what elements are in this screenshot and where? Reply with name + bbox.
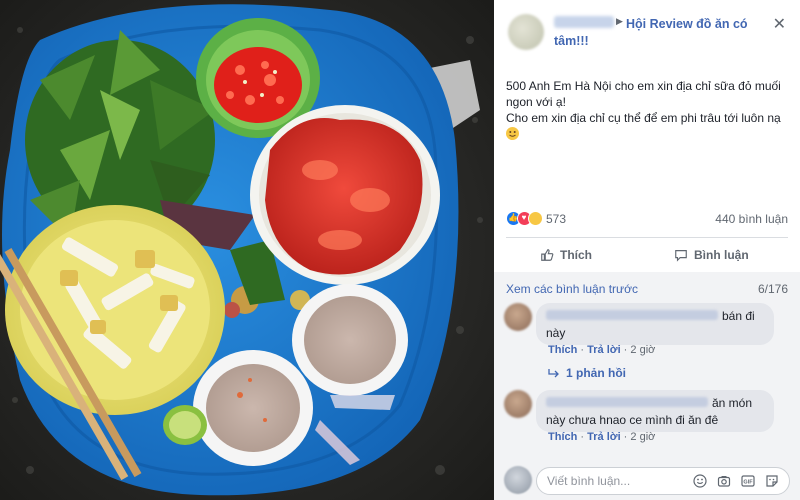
comment-text: ăn món bbox=[712, 396, 753, 410]
comment-label: Bình luận bbox=[694, 248, 749, 262]
replies-count: 1 phản hồi bbox=[566, 366, 626, 380]
view-replies-link[interactable]: 1 phản hồi bbox=[548, 366, 626, 380]
comment-time[interactable]: 2 giờ bbox=[630, 431, 655, 443]
comment-meta: Thích · Trả lời · 2 giờ bbox=[548, 344, 656, 356]
comment-like-link[interactable]: Thích bbox=[548, 431, 577, 443]
comment-text-line2: này chưa hnao ce mình đi ăn đê bbox=[546, 413, 719, 427]
comments-pagination: 6/176 bbox=[757, 282, 788, 296]
commenter-name-blurred[interactable] bbox=[546, 397, 708, 407]
commenter-name-blurred[interactable] bbox=[546, 310, 718, 320]
sticker-icon[interactable] bbox=[765, 474, 779, 488]
like-button[interactable]: Thích bbox=[540, 243, 592, 267]
close-icon[interactable]: ✕ bbox=[773, 14, 786, 34]
post-text-line: 500 Anh Em Hà Nội cho em xin địa chỉ sữa… bbox=[506, 79, 781, 109]
commenter-avatar[interactable] bbox=[504, 303, 532, 331]
haha-reaction-icon[interactable] bbox=[528, 211, 543, 226]
post-viewer: ▶ Hội Review đồ ăn có tâm!!! ✕ 500 Anh E… bbox=[0, 0, 800, 500]
post-panel: ▶ Hội Review đồ ăn có tâm!!! ✕ 500 Anh E… bbox=[494, 0, 800, 500]
divider bbox=[506, 237, 788, 238]
comment-reply-link[interactable]: Trả lời bbox=[587, 431, 621, 443]
commenter-avatar[interactable] bbox=[504, 390, 532, 418]
like-icon bbox=[541, 249, 554, 261]
author-avatar[interactable] bbox=[508, 14, 544, 50]
comment-composer: GIF bbox=[494, 460, 800, 500]
comment-time[interactable]: 2 giờ bbox=[630, 344, 655, 356]
comment-count[interactable]: 440 bình luận bbox=[715, 212, 788, 226]
gif-icon[interactable]: GIF bbox=[741, 474, 755, 488]
like-label: Thích bbox=[560, 248, 592, 262]
comment-text: bán đi bbox=[722, 309, 755, 323]
comment-reply-link[interactable]: Trả lời bbox=[587, 344, 621, 356]
comment-text-line2: này bbox=[546, 326, 566, 340]
comment-bubble: bán đi này bbox=[536, 303, 774, 345]
view-previous-comments-link[interactable]: Xem các bình luận trước bbox=[506, 282, 638, 296]
comment-input[interactable] bbox=[547, 473, 687, 489]
comment-like-link[interactable]: Thích bbox=[548, 344, 577, 356]
emoji-icon[interactable] bbox=[693, 474, 707, 488]
comment-icon bbox=[675, 250, 687, 262]
comment-input-box[interactable]: GIF bbox=[536, 467, 790, 495]
post-text-line-2: Cho em xin địa chỉ cụ thể để em phi trâu… bbox=[506, 110, 786, 142]
post-actions: Thích Bình luận bbox=[506, 243, 788, 267]
post-photo[interactable] bbox=[0, 0, 494, 500]
group-name-link[interactable]: Hội Review đồ ăn có tâm!!! bbox=[554, 16, 759, 50]
current-user-avatar bbox=[504, 466, 532, 494]
food-photo-illustration bbox=[0, 0, 494, 500]
comment-bubble: ăn món này chưa hnao ce mình đi ăn đê bbox=[536, 390, 774, 432]
svg-text:GIF: GIF bbox=[743, 480, 753, 486]
camera-icon[interactable] bbox=[717, 474, 731, 488]
post-header: ▶ Hội Review đồ ăn có tâm!!! ✕ bbox=[502, 12, 792, 52]
smile-emoji-icon bbox=[506, 127, 519, 140]
reply-arrow-icon bbox=[548, 369, 559, 378]
post-text: 500 Anh Em Hà Nội cho em xin địa chỉ sữa… bbox=[506, 78, 786, 142]
comments-section: Xem các bình luận trước 6/176 bán đi này… bbox=[494, 272, 800, 500]
comment-meta: Thích · Trả lời · 2 giờ bbox=[548, 431, 656, 443]
post-stats: 👍 ♥ 573 440 bình luận bbox=[506, 211, 788, 227]
comment-button[interactable]: Bình luận bbox=[674, 243, 749, 267]
reaction-count[interactable]: 573 bbox=[546, 212, 566, 226]
